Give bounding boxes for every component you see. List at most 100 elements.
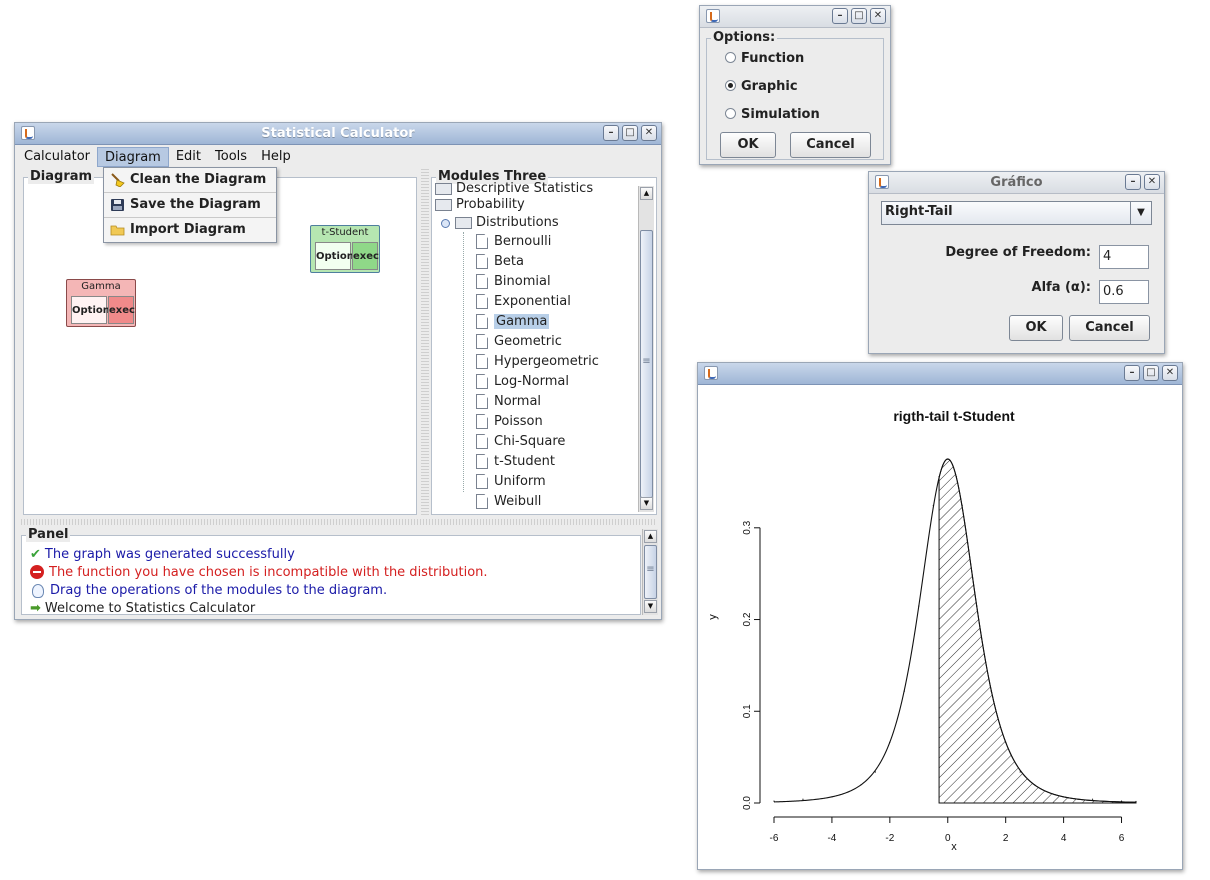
message-row-welcome: ➡ Welcome to Statistics Calculator [30,600,255,618]
minimize-button[interactable]: – [832,8,848,24]
tree-item-distributions[interactable]: Distributions [455,213,559,233]
tree-item-exponential[interactable]: Exponential [476,292,571,312]
data-point [1005,741,1007,743]
cancel-button[interactable]: Cancel [1069,315,1150,341]
y-tick-label: 0.0 [742,796,753,810]
file-icon [476,374,488,389]
tree-item-geometric[interactable]: Geometric [476,332,562,352]
maximize-button[interactable]: □ [1143,365,1159,381]
menu-calculator[interactable]: Calculator [17,147,97,167]
file-icon [476,414,488,429]
chevron-down-icon[interactable]: ▼ [1130,202,1151,224]
panel-scrollbar[interactable]: ▲ ▼ [642,529,658,615]
menu-item-label: Save the Diagram [130,197,261,212]
tree-item-label: Normal [494,394,542,409]
modules-tree: Descriptive Statistics Probability Distr… [432,178,637,512]
y-tick-label: 0.1 [742,704,753,718]
horizontal-splitter[interactable] [19,519,657,525]
tail-select[interactable]: Right-Tail ▼ [881,201,1152,225]
check-icon: ✔ [30,547,41,562]
scroll-down-arrow-icon[interactable]: ▼ [644,600,657,613]
y-axis-label: y [707,614,719,620]
menu-item-save-diagram[interactable]: Save the Diagram [104,193,276,218]
tree-item-chi-square[interactable]: Chi-Square [476,432,565,452]
main-window: Statistical Calculator – □ ✕ Calculator … [14,122,662,620]
tree-item-t-student[interactable]: t-Student [476,452,555,472]
close-button[interactable]: ✕ [870,8,886,24]
modules-panel: Modules Three Descriptive Statistics Pro… [431,169,657,515]
file-icon [476,354,488,369]
tree-item-hypergeometric[interactable]: Hypergeometric [476,352,599,372]
cancel-button[interactable]: Cancel [790,132,871,158]
tree-item-normal[interactable]: Normal [476,392,541,412]
scroll-down-arrow-icon[interactable]: ▼ [640,497,653,510]
tree-item-log-normal[interactable]: Log-Normal [476,372,569,392]
tree-item-bernoulli[interactable]: Bernoulli [476,232,551,252]
node-option-button[interactable]: Option [315,242,354,270]
tree-item-probability[interactable]: Probability [435,195,525,215]
ok-button[interactable]: OK [720,132,776,158]
maximize-button[interactable]: □ [622,125,638,141]
lightbulb-icon [32,583,44,598]
modules-scrollbar[interactable]: ▲ ▼ [638,186,654,512]
alpha-input[interactable]: 0.6 [1099,280,1149,304]
minimize-button[interactable]: – [1124,365,1140,381]
radio-indicator [725,80,736,91]
radio-function[interactable]: Function [725,49,804,69]
menu-diagram[interactable]: Diagram [97,147,169,167]
radio-graphic[interactable]: Graphic [725,77,798,97]
tree-item-beta[interactable]: Beta [476,252,524,272]
menu-edit[interactable]: Edit [169,147,208,167]
tree-item-binomial[interactable]: Binomial [476,272,551,292]
x-tick-label: 0 [945,833,951,844]
dof-input[interactable]: 4 [1099,245,1149,269]
close-button[interactable]: ✕ [1162,365,1178,381]
close-button[interactable]: ✕ [641,125,657,141]
tree-expand-toggle[interactable] [441,219,450,228]
node-title: Gamma [81,281,121,292]
maximize-button[interactable]: □ [851,8,867,24]
options-dialog-titlebar[interactable]: – □ ✕ [700,6,890,28]
y-tick-label: 0.3 [742,520,753,534]
tree-item-poisson[interactable]: Poisson [476,412,543,432]
diagram-node-gamma[interactable]: Gamma Option exec [66,279,136,327]
plot-window-titlebar[interactable]: – □ ✕ [698,363,1182,385]
main-window-titlebar[interactable]: Statistical Calculator – □ ✕ [15,123,661,145]
tree-guide-line [463,232,464,492]
grafico-dialog-titlebar[interactable]: Gráfico – ✕ [869,172,1164,194]
minimize-button[interactable]: – [1125,174,1141,190]
scroll-thumb[interactable] [640,230,653,498]
java-app-icon [706,9,720,23]
scroll-up-arrow-icon[interactable]: ▲ [644,530,657,543]
menu-help[interactable]: Help [254,147,298,167]
menu-item-import-diagram[interactable]: Import Diagram [104,218,276,242]
menu-tools[interactable]: Tools [208,147,254,167]
radio-simulation[interactable]: Simulation [725,105,820,125]
tree-item-uniform[interactable]: Uniform [476,472,546,492]
diagram-node-t-student[interactable]: t-Student Option exec [310,225,380,273]
tree-item-label: Distributions [476,215,559,230]
scroll-thumb[interactable] [644,545,657,599]
tree-item-weibull[interactable]: Weibull [476,492,541,512]
diagram-panel-title: Diagram [28,169,95,184]
menu-item-clean-diagram[interactable]: Clean the Diagram [104,168,276,193]
ok-button[interactable]: OK [1009,315,1063,341]
node-option-button[interactable]: Option [71,296,110,324]
close-button[interactable]: ✕ [1144,174,1160,190]
data-point [889,741,891,743]
data-point [1034,784,1036,786]
tree-item-label: Bernoulli [494,234,552,249]
message-row-success: ✔ The graph was generated successfully [30,546,295,564]
data-point [955,476,958,478]
node-exec-button[interactable]: exec [352,242,379,270]
error-icon [30,564,44,579]
message-text: Drag the operations of the modules to th… [50,583,388,598]
tree-item-gamma[interactable]: Gamma [476,312,550,332]
tail-select-value: Right-Tail [885,204,953,219]
vertical-splitter[interactable] [421,169,429,517]
scroll-up-arrow-icon[interactable]: ▲ [640,187,653,200]
tree-item-label: Probability [456,197,525,212]
node-exec-button[interactable]: exec [108,296,135,324]
minimize-button[interactable]: – [603,125,619,141]
radio-label: Graphic [741,79,798,94]
